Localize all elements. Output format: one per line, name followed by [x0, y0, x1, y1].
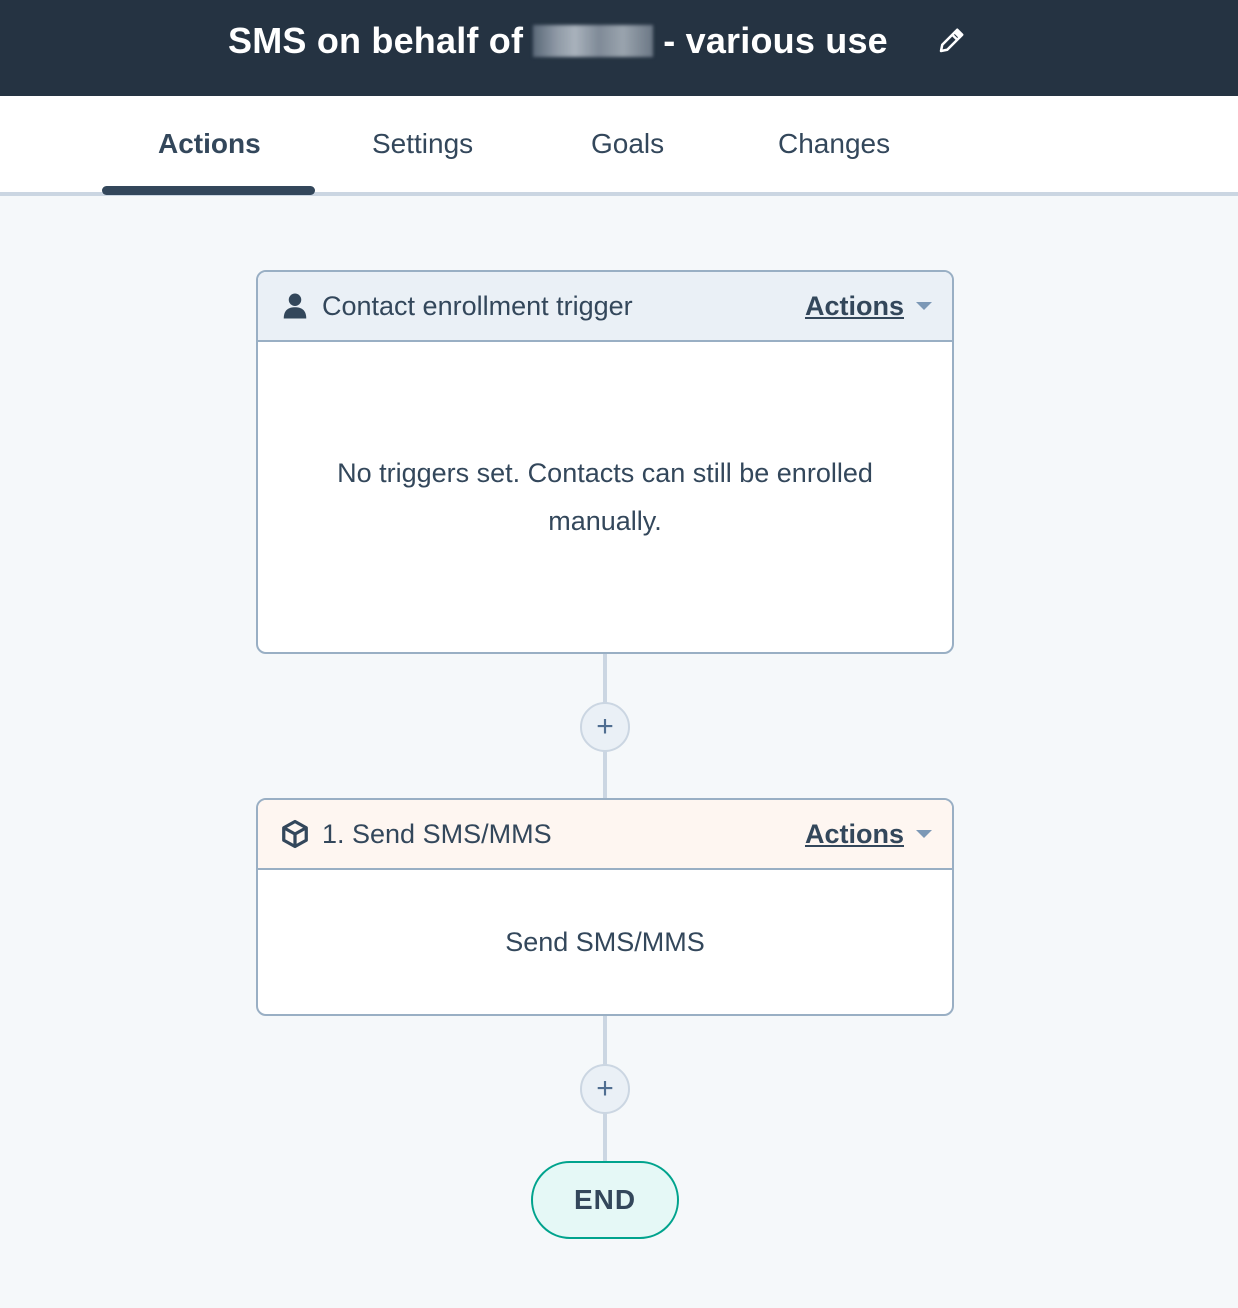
- end-node[interactable]: END: [531, 1161, 679, 1239]
- trigger-actions-label: Actions: [804, 290, 904, 321]
- no-triggers-text: No triggers set. Contacts can still be e…: [337, 458, 873, 488]
- tab-bar: Actions Settings Goals Changes: [0, 96, 1238, 196]
- add-action-button[interactable]: +: [580, 702, 630, 752]
- cube-icon: [282, 819, 308, 849]
- title-prefix: SMS on behalf of: [228, 20, 524, 61]
- no-triggers-text-2: manually.: [548, 506, 662, 536]
- contact-icon: [283, 293, 307, 319]
- action-card-title: 1. Send SMS/MMS: [322, 818, 552, 849]
- pencil-icon[interactable]: [936, 26, 966, 56]
- caret-down-icon: [916, 302, 932, 310]
- enrollment-trigger-card[interactable]: Contact enrollment trigger Actions No tr…: [256, 270, 954, 654]
- header-bar: SMS on behalf of - various use: [0, 0, 1238, 96]
- action-card-body[interactable]: Send SMS/MMS: [258, 870, 952, 1014]
- add-action-button[interactable]: +: [580, 1064, 630, 1114]
- action-actions-dropdown[interactable]: Actions: [805, 819, 932, 850]
- tab-actions[interactable]: Actions: [158, 128, 261, 160]
- tab-settings[interactable]: Settings: [372, 128, 473, 160]
- trigger-card-body[interactable]: No triggers set. Contacts can still be e…: [258, 342, 952, 652]
- trigger-card-header: Contact enrollment trigger Actions: [258, 272, 952, 342]
- action-actions-label: Actions: [804, 818, 904, 849]
- send-sms-action-card[interactable]: 1. Send SMS/MMS Actions Send SMS/MMS: [256, 798, 954, 1016]
- workflow-title[interactable]: SMS on behalf of - various use: [228, 20, 888, 62]
- tab-goals[interactable]: Goals: [591, 128, 664, 160]
- caret-down-icon: [916, 830, 932, 838]
- action-card-header: 1. Send SMS/MMS Actions: [258, 800, 952, 870]
- trigger-card-title: Contact enrollment trigger: [322, 290, 633, 321]
- action-description: Send SMS/MMS: [505, 927, 705, 957]
- redacted-name: [533, 25, 654, 57]
- trigger-actions-dropdown[interactable]: Actions: [805, 291, 932, 322]
- tab-changes[interactable]: Changes: [778, 128, 890, 160]
- active-tab-indicator: [102, 186, 315, 195]
- title-suffix: - various use: [663, 20, 888, 61]
